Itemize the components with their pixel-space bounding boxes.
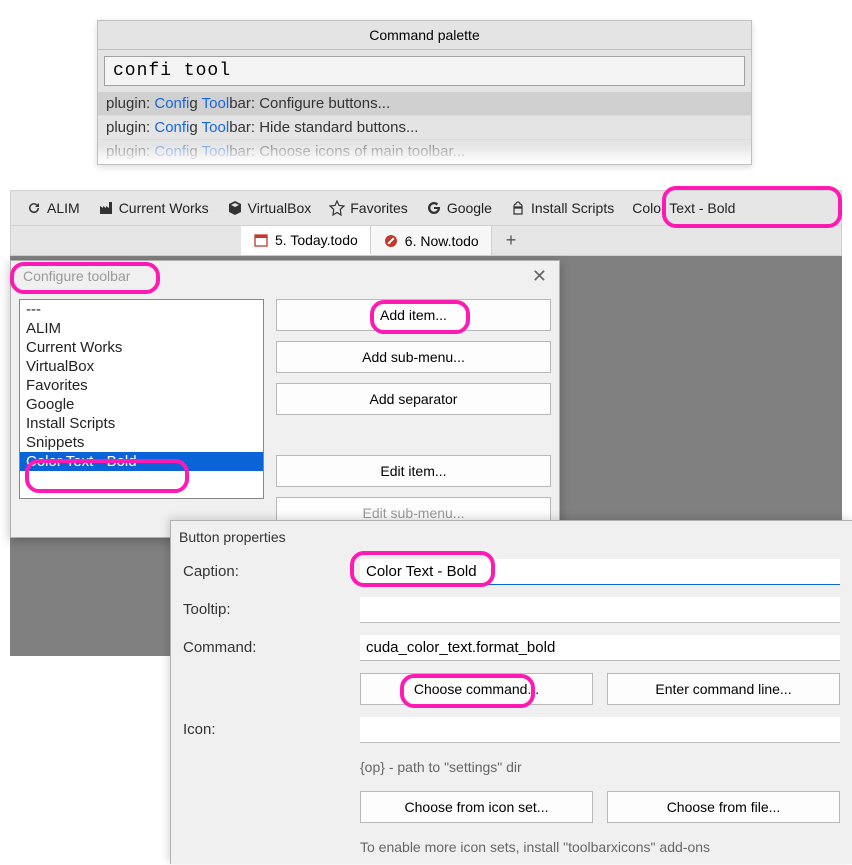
toolbar-items-list[interactable]: --- ALIM Current Works VirtualBox Favori… <box>19 299 264 499</box>
calendar-icon <box>253 232 269 248</box>
tab-bar: 5. Today.todo 6. Now.todo + <box>10 226 842 256</box>
toolbar-label: Favorites <box>350 200 408 216</box>
list-item[interactable]: Install Scripts <box>20 414 263 433</box>
toolbar-label: Color Text - Bold <box>632 200 735 216</box>
icon-input[interactable] <box>360 717 840 743</box>
list-item-selected[interactable]: Color Text - Bold <box>20 452 263 471</box>
command-input[interactable] <box>360 635 840 661</box>
toolbar-label: VirtualBox <box>248 200 312 216</box>
toolbar-item-favorites[interactable]: Favorites <box>320 194 417 222</box>
choose-iconset-button[interactable]: Choose from icon set... <box>360 791 593 823</box>
toolbar-item-currentworks[interactable]: Current Works <box>89 194 218 222</box>
list-item[interactable]: VirtualBox <box>20 357 263 376</box>
dialog-title: Button properties <box>171 529 852 553</box>
palette-input-wrap: confi tool <box>98 50 751 92</box>
close-icon[interactable]: ✕ <box>532 267 547 285</box>
tab-label: 5. Today.todo <box>275 232 358 248</box>
toolbar-label: Google <box>447 200 492 216</box>
enter-command-line-button[interactable]: Enter command line... <box>607 673 840 705</box>
icon-path-hint: {op} - path to "settings" dir <box>360 755 840 779</box>
icon-label: Icon: <box>183 717 348 738</box>
refresh-icon <box>26 200 42 216</box>
nocircle-icon <box>383 233 399 249</box>
configure-toolbar-dialog: Configure toolbar ✕ --- ALIM Current Wor… <box>10 260 560 538</box>
toolbar-item-color-text-bold[interactable]: Color Text - Bold <box>623 194 744 222</box>
main-toolbar: ALIM Current Works VirtualBox Favorites … <box>10 190 842 226</box>
choose-command-button[interactable]: Choose command... <box>360 673 593 705</box>
command-palette: Command palette confi tool plugin: Confi… <box>97 20 752 165</box>
iconset-hint: To enable more icon sets, install "toolb… <box>360 835 840 859</box>
add-item-button[interactable]: Add item... <box>276 299 551 331</box>
toolbar-item-alim[interactable]: ALIM <box>17 194 89 222</box>
button-properties-dialog: Button properties Caption: Tooltip: Comm… <box>170 520 852 864</box>
caption-label: Caption: <box>183 559 348 580</box>
add-submenu-button[interactable]: Add sub-menu... <box>276 341 551 373</box>
star-icon <box>329 200 345 216</box>
toolbar-label: ALIM <box>47 200 80 216</box>
palette-input[interactable]: confi tool <box>104 56 745 86</box>
toolbar-item-install-scripts[interactable]: Install Scripts <box>501 194 623 222</box>
choose-file-button[interactable]: Choose from file... <box>607 791 840 823</box>
list-item[interactable]: Snippets <box>20 433 263 452</box>
tab-now[interactable]: 6. Now.todo <box>371 226 492 255</box>
tab-label: 6. Now.todo <box>405 233 479 249</box>
toolbar-item-virtualbox[interactable]: VirtualBox <box>218 194 321 222</box>
edit-item-button[interactable]: Edit item... <box>276 455 551 487</box>
factory-icon <box>98 200 114 216</box>
palette-item[interactable]: plugin: Config Toolbar: Choose icons of … <box>98 140 751 164</box>
chef-icon <box>510 200 526 216</box>
tab-today[interactable]: 5. Today.todo <box>241 226 371 255</box>
list-item[interactable]: Current Works <box>20 338 263 357</box>
tooltip-label: Tooltip: <box>183 597 348 618</box>
list-item[interactable]: ALIM <box>20 319 263 338</box>
toolbar-label: Install Scripts <box>531 200 614 216</box>
list-item[interactable]: Favorites <box>20 376 263 395</box>
dialog-title: Configure toolbar <box>23 268 130 284</box>
command-label: Command: <box>183 635 348 656</box>
list-item[interactable]: --- <box>20 300 263 319</box>
palette-title: Command palette <box>98 21 751 50</box>
toolbar-item-google[interactable]: Google <box>417 194 501 222</box>
new-tab-button[interactable]: + <box>492 230 531 251</box>
palette-item[interactable]: plugin: Config Toolbar: Hide standard bu… <box>98 116 751 140</box>
palette-item[interactable]: plugin: Config Toolbar: Configure button… <box>98 92 751 116</box>
caption-input[interactable] <box>360 559 840 585</box>
cube-icon <box>227 200 243 216</box>
add-separator-button[interactable]: Add separator <box>276 383 551 415</box>
list-item[interactable]: Google <box>20 395 263 414</box>
tooltip-input[interactable] <box>360 597 840 623</box>
google-icon <box>426 200 442 216</box>
palette-results: plugin: Config Toolbar: Configure button… <box>98 92 751 164</box>
toolbar-label: Current Works <box>119 200 209 216</box>
